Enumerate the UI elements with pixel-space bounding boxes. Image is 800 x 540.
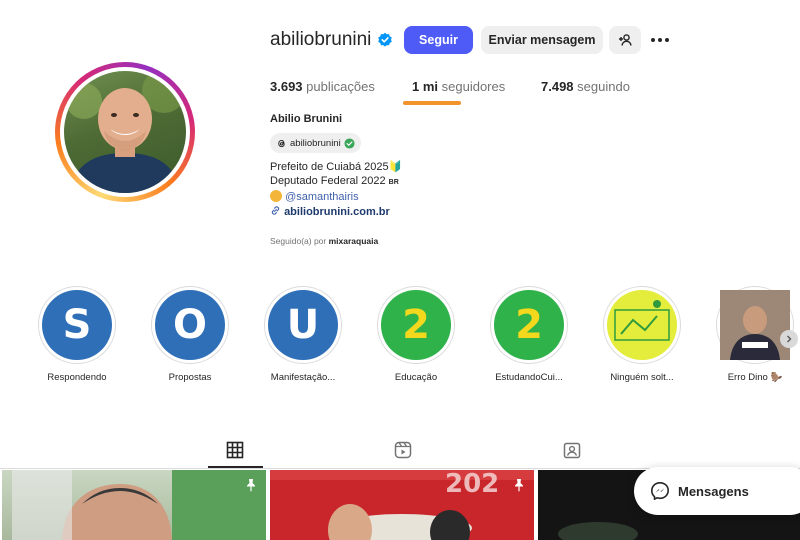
- highlight-letter: 2: [402, 302, 430, 348]
- highlight-artwork-icon: [614, 300, 670, 341]
- bio-link-row[interactable]: abiliobrunini.com.br: [270, 205, 390, 218]
- highlight-label: Respondendo: [47, 372, 107, 383]
- posts-label: publicações: [306, 79, 375, 94]
- highlight-cover: O: [155, 290, 225, 360]
- messages-label: Mensagens: [678, 483, 749, 499]
- tab-reels[interactable]: [392, 440, 414, 460]
- stat-followers[interactable]: 1 mi seguidores: [412, 79, 505, 94]
- bio-flag: BR: [388, 179, 399, 186]
- story-highlight[interactable]: U Manifestação...: [258, 286, 348, 383]
- highlight-cover: 2: [381, 290, 451, 360]
- story-highlight[interactable]: S Respondendo: [32, 286, 122, 383]
- highlight-cover: 2: [494, 290, 564, 360]
- following-label: seguindo: [577, 79, 630, 94]
- highlight-cover: [720, 290, 790, 360]
- following-count: 7.498: [541, 79, 574, 94]
- messenger-icon: [651, 482, 669, 500]
- followers-label: seguidores: [441, 79, 506, 94]
- highlight-letter: U: [286, 302, 320, 348]
- highlight-photo-icon: [720, 290, 790, 360]
- highlights-next-button[interactable]: [780, 330, 798, 348]
- highlight-letter: O: [172, 302, 207, 348]
- messages-button[interactable]: Mensagens: [634, 467, 800, 515]
- highlight-ring: [603, 286, 681, 364]
- svg-text:202: 202: [445, 470, 499, 499]
- avatar-portrait-icon: [66, 71, 186, 193]
- profile-header: abiliobrunini: [270, 26, 393, 54]
- more-icon: [651, 38, 669, 42]
- tab-posts[interactable]: [224, 440, 246, 460]
- highlight-ring: 2: [377, 286, 455, 364]
- threads-badge[interactable]: abiliobrunini: [270, 133, 361, 153]
- threads-handle: abiliobrunini: [290, 137, 341, 149]
- highlight-ring: [716, 286, 794, 364]
- avatar-photo: [64, 71, 186, 193]
- highlight-cover: S: [42, 290, 112, 360]
- highlight-ring: S: [38, 286, 116, 364]
- full-name: Abilio Brunini: [270, 113, 343, 125]
- username: abiliobrunini: [270, 29, 372, 50]
- highlight-label: Propostas: [168, 372, 212, 383]
- add-user-icon: [619, 34, 632, 46]
- send-message-button[interactable]: Enviar mensagem: [481, 26, 603, 54]
- mention-link[interactable]: @samanthairis: [285, 191, 359, 203]
- bio-line-2-text: Deputado Federal 2022: [270, 175, 386, 187]
- highlight-label: Educação: [394, 372, 438, 383]
- grid-icon: [226, 441, 244, 459]
- threads-check-icon: [344, 137, 355, 149]
- highlight-label: Erro Dino 🦫: [727, 372, 783, 383]
- post-thumbnail-2[interactable]: 202: [270, 470, 534, 540]
- highlight-cover: U: [268, 290, 338, 360]
- stat-following[interactable]: 7.498 seguindo: [541, 79, 630, 94]
- bio-line-3: @samanthairis: [270, 190, 359, 203]
- pinned-icon: [247, 479, 255, 492]
- reels-icon: [394, 441, 412, 459]
- post-image-1: [12, 470, 266, 540]
- post-image-2: 202: [270, 470, 534, 540]
- tagged-icon: [563, 442, 581, 459]
- stat-posts: 3.693 publicações: [270, 79, 375, 94]
- followed-by[interactable]: Seguido(a) por mixaraquaia: [270, 236, 378, 246]
- more-options-button[interactable]: [646, 26, 674, 54]
- website-link[interactable]: abiliobrunini.com.br: [284, 206, 390, 218]
- tab-tagged[interactable]: [561, 440, 583, 460]
- highlight-letter: S: [62, 302, 92, 348]
- followers-count: 1 mi: [412, 79, 439, 94]
- suggest-accounts-button[interactable]: [609, 26, 641, 54]
- post-thumbnail-1[interactable]: [2, 470, 266, 540]
- story-highlight[interactable]: 2 EstudandoCui...: [484, 286, 574, 383]
- verified-badge-icon: [377, 32, 393, 48]
- pinned-icon-2: [515, 479, 523, 492]
- follow-button[interactable]: Seguir: [404, 26, 473, 54]
- story-highlight[interactable]: 2 Educação: [371, 286, 461, 383]
- highlight-label: Ninguém solt...: [610, 372, 674, 383]
- profile-avatar[interactable]: [55, 62, 195, 202]
- story-highlight[interactable]: Ninguém solt...: [597, 286, 687, 383]
- chevron-right-icon: [787, 335, 792, 343]
- highlight-label: EstudandoCui...: [495, 372, 563, 383]
- threads-icon: [278, 139, 285, 147]
- avatar-border: [60, 67, 190, 197]
- highlight-label: Manifestação...: [270, 372, 336, 383]
- emoji-face-icon: [270, 190, 282, 202]
- story-highlight[interactable]: O Propostas: [145, 286, 235, 383]
- highlight-ring: U: [264, 286, 342, 364]
- highlight-ring: 2: [490, 286, 568, 364]
- followers-highlight-underline: [403, 101, 461, 105]
- followed-by-prefix: Seguido(a) por: [270, 236, 327, 246]
- bio-line-1: Prefeito de Cuiabá 2025🔰: [270, 161, 403, 173]
- highlight-letter: 2: [515, 302, 543, 348]
- highlight-cover: [607, 290, 677, 360]
- link-icon: [271, 206, 280, 215]
- followed-by-user: mixaraquaia: [328, 236, 379, 246]
- posts-count: 3.693: [270, 79, 303, 94]
- bio-line-2: Deputado Federal 2022 BR: [270, 175, 399, 187]
- highlight-ring: O: [151, 286, 229, 364]
